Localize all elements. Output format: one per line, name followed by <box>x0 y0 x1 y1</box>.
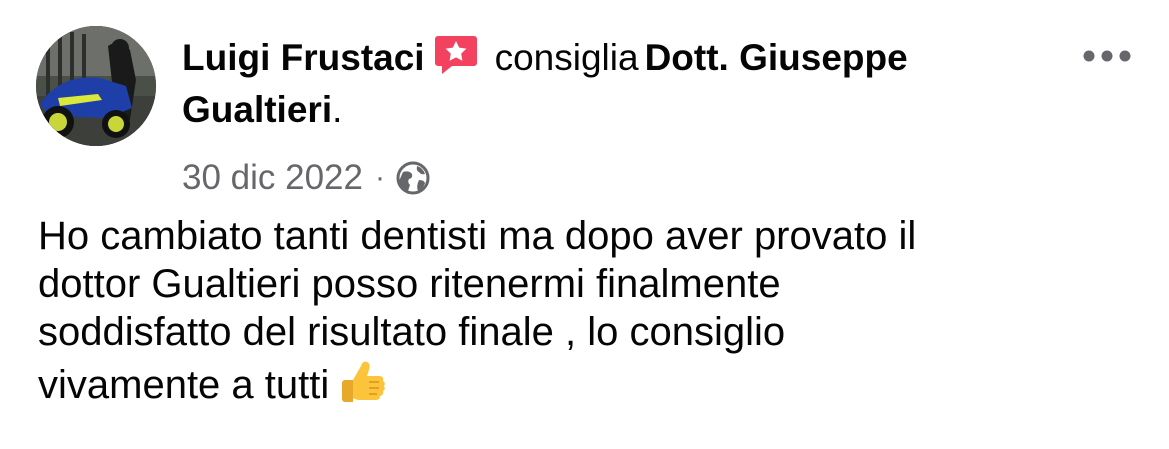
globe-icon[interactable] <box>395 160 431 196</box>
post-meta: 30 dic 2022 · <box>182 156 431 200</box>
post-body-line: vivamente a tutti <box>38 363 330 407</box>
action-text: consiglia <box>494 37 639 78</box>
thumbs-up-icon <box>337 356 389 408</box>
avatar-motorcycle-image <box>36 26 156 146</box>
target-suffix: . <box>332 89 343 130</box>
meta-separator: · <box>374 161 385 194</box>
post-header: Luigi Frustaci consiglia Dott. Giuseppe G… <box>182 30 1002 136</box>
post-body: Ho cambiato tanti dentisti ma dopo aver … <box>38 212 1138 409</box>
recommendation-post: Luigi Frustaci consiglia Dott. Giuseppe G… <box>0 0 1169 449</box>
post-body-line: Ho cambiato tanti dentisti ma dopo aver … <box>38 214 917 258</box>
post-body-last-line: vivamente a tutti <box>38 356 1138 409</box>
author-name[interactable]: Luigi Frustaci <box>182 37 425 78</box>
recommend-star-icon <box>433 30 479 76</box>
author-avatar[interactable] <box>36 26 156 146</box>
post-date[interactable]: 30 dic 2022 <box>182 156 363 200</box>
more-options-icon[interactable] <box>1082 46 1132 66</box>
post-body-line: soddisfatto del risultato finale , lo co… <box>38 310 786 354</box>
post-body-line: dottor Gualtieri posso ritenermi finalme… <box>38 262 781 306</box>
